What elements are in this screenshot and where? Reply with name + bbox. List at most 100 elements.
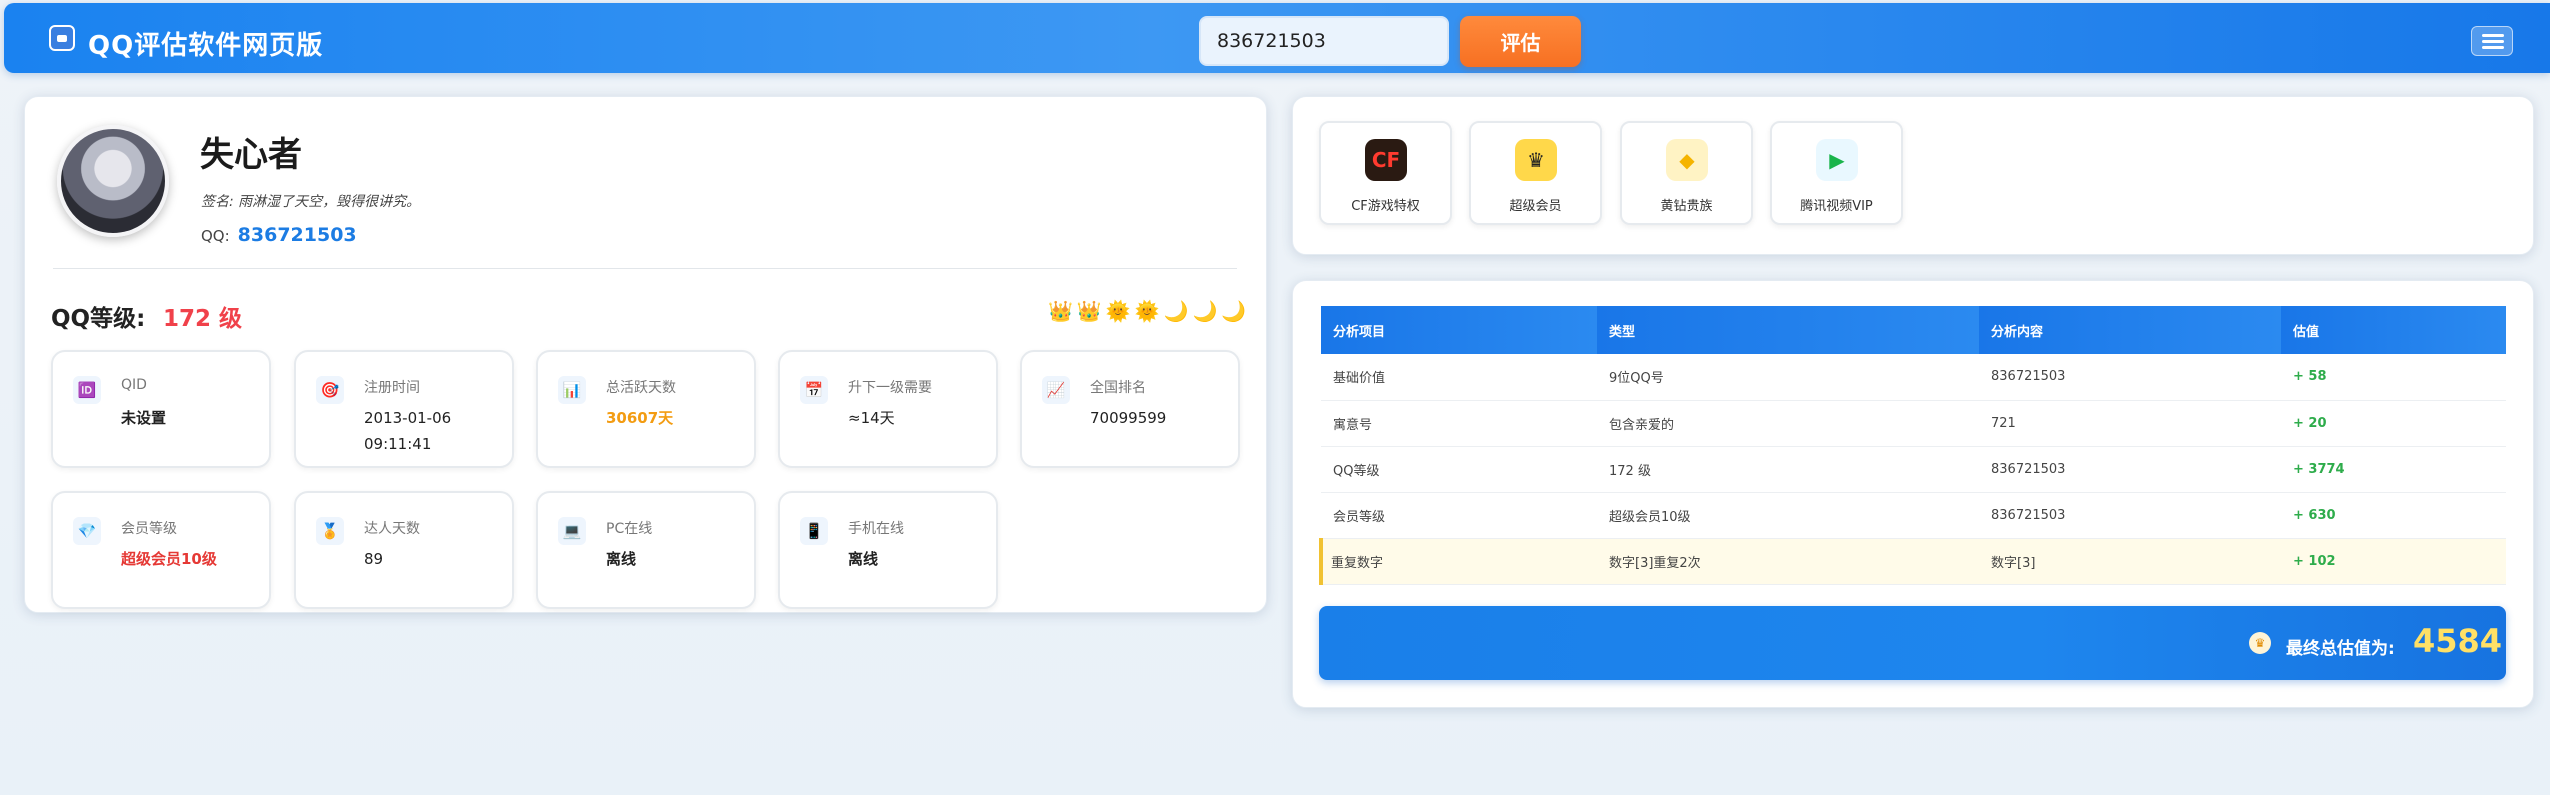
total-label: 最终总估值为: (2286, 639, 2395, 659)
target-icon: 🎯 (316, 376, 344, 404)
score-cell: + 58 (2281, 354, 2506, 401)
table-row: QQ等级 172 级 836721503 + 3774 (1321, 446, 2506, 493)
service-yellow-diamond[interactable]: ◆ 黄钻贵族 (1620, 121, 1753, 225)
table-cell: 836721503 (1979, 492, 2281, 539)
tile-label: PC在线 (606, 521, 653, 537)
app-title: QQ评估软件网页版 (88, 31, 324, 61)
laptop-icon: 💻 (558, 517, 586, 545)
top-bar: QQ评估软件网页版 评估 (4, 3, 2550, 73)
tile-active-days: 📊 总活跃天数 30607天 (536, 350, 756, 468)
tile-value: 离线 (606, 550, 637, 568)
tile-member-level: 💎 会员等级 超级会员10级 (51, 491, 271, 609)
service-label: 超级会员 (1509, 199, 1562, 214)
table-cell: 包含亲爱的 (1597, 400, 1979, 447)
level-label: QQ等级: (51, 306, 146, 332)
chart-icon: 📊 (558, 376, 586, 404)
tile-label: 达人天数 (364, 521, 420, 537)
column-header: 分析项目 (1321, 306, 1597, 354)
tile-register-time: 🎯 注册时间 2013-01-06 09:11:41 (294, 350, 514, 468)
score-cell: + 630 (2281, 492, 2506, 539)
tile-label: 升下一级需要 (848, 380, 932, 396)
calendar-icon: 📅 (800, 376, 828, 404)
score-cell: + 20 (2281, 400, 2506, 447)
tile-qid: 🆔 QID 未设置 (51, 350, 271, 468)
table-row: 基础价值 9位QQ号 836721503 + 58 (1321, 354, 2506, 401)
crown-icon: ♛ (2249, 632, 2271, 654)
table-cell: 寓意号 (1321, 400, 1597, 447)
table-row: 会员等级 超级会员10级 836721503 + 630 (1321, 492, 2506, 539)
qq-number: 836721503 (237, 224, 357, 246)
tile-label: 会员等级 (121, 521, 177, 537)
tile-label: 手机在线 (848, 521, 904, 537)
level-value: 172 级 (163, 306, 243, 332)
nickname: 失心者 (200, 135, 302, 175)
table-cell: 重复数字 (1319, 538, 1597, 585)
total-value-bar: ♛ 最终总估值为: 4584 (1319, 606, 2506, 680)
table-cell: 基础价值 (1321, 354, 1597, 401)
phone-icon: 📱 (800, 517, 828, 545)
profile-card: 失心者 签名: 雨淋湿了天空，毁得很讲究。 QQ: 836721503 QQ等级:… (24, 96, 1267, 613)
qq-label: QQ: (201, 227, 230, 245)
column-header: 类型 (1597, 306, 1979, 354)
column-header: 分析内容 (1979, 306, 2281, 354)
column-header: 估值 (2281, 306, 2506, 354)
yellow-diamond-icon: ◆ (1666, 139, 1708, 181)
analysis-card: 分析项目 类型 分析内容 估值 基础价值 9位QQ号 836721503 + 5… (1292, 280, 2534, 708)
tile-value: 超级会员10级 (121, 550, 217, 568)
tile-phone-online: 📱 手机在线 离线 (778, 491, 998, 609)
level-badge-icons: 👑👑🌞🌞🌙🌙🌙 (1048, 299, 1251, 323)
service-cf-game[interactable]: CF CF游戏特权 (1319, 121, 1452, 225)
table-cell: 836721503 (1979, 354, 2281, 401)
tencent-video-vip-icon: ▶ (1816, 139, 1858, 181)
tile-value: 89 (364, 550, 384, 568)
score-cell: + 102 (2281, 538, 2506, 585)
table-cell: 会员等级 (1321, 492, 1597, 539)
tile-national-rank: 📈 全国排名 70099599 (1020, 350, 1240, 468)
tile-label: QID (121, 377, 147, 393)
score-cell: + 3774 (2281, 446, 2506, 493)
service-super-member[interactable]: ♛ 超级会员 (1469, 121, 1602, 225)
table-cell: 172 级 (1597, 446, 1979, 493)
tile-value: ≈14天 (848, 409, 895, 427)
table-cell: 721 (1979, 400, 2281, 447)
avatar (57, 125, 169, 237)
table-header-row: 分析项目 类型 分析内容 估值 (1321, 306, 2506, 354)
tile-value: 30607天 (606, 409, 674, 427)
table-cell: 836721503 (1979, 446, 2281, 493)
diamond-icon: 💎 (73, 517, 101, 545)
id-icon: 🆔 (73, 376, 101, 404)
service-label: 腾讯视频VIP (1800, 199, 1873, 214)
table-cell: QQ等级 (1321, 446, 1597, 493)
tile-pc-online: 💻 PC在线 离线 (536, 491, 756, 609)
qq-number-line: QQ: 836721503 (201, 224, 357, 246)
qq-search-input[interactable] (1199, 16, 1449, 66)
analysis-table: 分析项目 类型 分析内容 估值 基础价值 9位QQ号 836721503 + 5… (1319, 306, 2506, 585)
tile-value: 2013-01-06 09:11:41 (364, 409, 452, 453)
signature: 签名: 雨淋湿了天空，毁得很讲究。 (201, 194, 421, 210)
services-card: CF CF游戏特权 ♛ 超级会员 ◆ 黄钻贵族 ▶ 腾讯视频VIP (1292, 96, 2534, 255)
tile-value: 70099599 (1090, 409, 1167, 427)
service-tencent-video[interactable]: ▶ 腾讯视频VIP (1770, 121, 1903, 225)
hamburger-menu-icon[interactable] (2471, 26, 2513, 56)
table-cell: 9位QQ号 (1597, 354, 1979, 401)
table-cell: 超级会员10级 (1597, 492, 1979, 539)
tile-label: 总活跃天数 (606, 380, 676, 396)
cf-game-icon: CF (1365, 139, 1407, 181)
evaluate-button[interactable]: 评估 (1460, 16, 1581, 67)
table-row-highlighted: 重复数字 数字[3]重复2次 数字[3] + 102 (1319, 538, 2506, 585)
app-logo-icon (49, 25, 75, 51)
super-member-icon: ♛ (1515, 139, 1557, 181)
tile-value: 未设置 (121, 409, 167, 427)
tile-value: 离线 (848, 550, 879, 568)
table-cell: 数字[3]重复2次 (1597, 538, 1979, 585)
tile-label: 全国排名 (1090, 380, 1146, 396)
tile-next-level: 📅 升下一级需要 ≈14天 (778, 350, 998, 468)
total-value: 4584 (2413, 622, 2503, 660)
service-label: 黄钻贵族 (1660, 199, 1713, 214)
table-cell: 数字[3] (1979, 538, 2281, 585)
tile-label: 注册时间 (364, 380, 420, 396)
medal-icon: 🏅 (316, 517, 344, 545)
trend-icon: 📈 (1042, 376, 1070, 404)
table-row: 寓意号 包含亲爱的 721 + 20 (1321, 400, 2506, 447)
divider (53, 268, 1237, 269)
